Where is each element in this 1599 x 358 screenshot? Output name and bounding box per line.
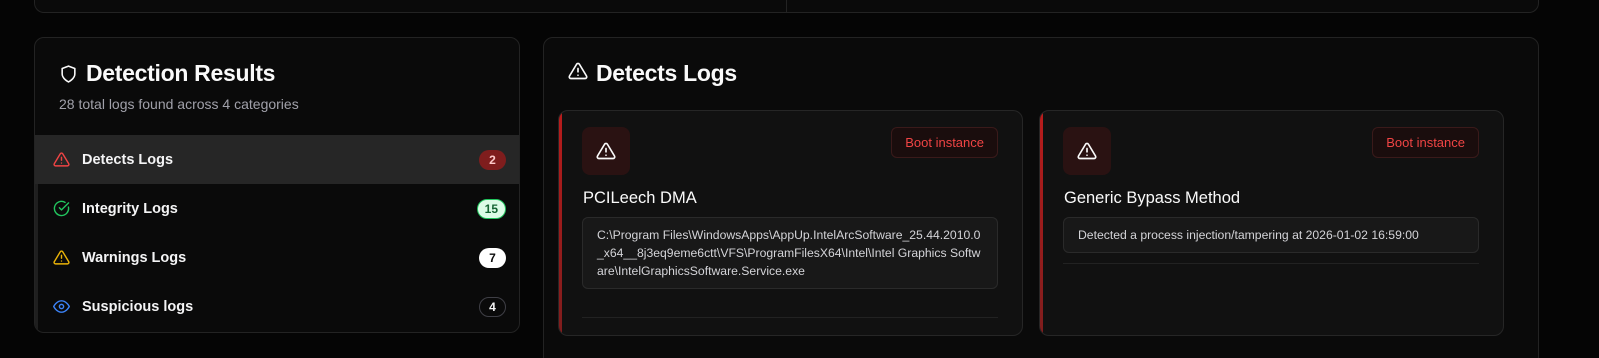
alert-triangle-icon xyxy=(568,61,588,86)
warning-triangle-icon xyxy=(52,249,70,267)
log-entry-card: Boot instance PCILeech DMA C:\Program Fi… xyxy=(558,110,1023,336)
check-circle-icon xyxy=(52,200,70,218)
category-label: Suspicious logs xyxy=(82,298,194,315)
log-entry-card: Boot instance Generic Bypass Method Dete… xyxy=(1039,110,1504,336)
detection-results-subtitle: 28 total logs found across 4 categories xyxy=(59,96,299,112)
log-entry-name: PCILeech DMA xyxy=(583,189,697,207)
shield-icon xyxy=(59,64,78,84)
log-entry-divider xyxy=(582,317,998,318)
category-label: Detects Logs xyxy=(82,151,174,168)
detects-logs-header: Detects Logs xyxy=(568,60,737,87)
top-summary-card xyxy=(34,0,1539,13)
log-accent-bar xyxy=(1040,111,1043,335)
alert-triangle-icon xyxy=(52,151,70,169)
log-accent-bar xyxy=(559,111,562,335)
log-entry-detail: C:\Program Files\WindowsApps\AppUp.Intel… xyxy=(582,217,998,289)
detection-results-header: Detection Results 28 total logs found ac… xyxy=(35,38,519,135)
top-card-divider xyxy=(786,0,787,12)
detects-logs-panel: Detects Logs Boot instance PCILeech DMA … xyxy=(543,37,1539,358)
category-integrity-logs[interactable]: Integrity Logs 15 xyxy=(35,184,519,233)
count-badge: 2 xyxy=(479,149,506,170)
detection-results-title: Detection Results xyxy=(86,60,276,86)
category-detects-logs[interactable]: Detects Logs 2 xyxy=(35,135,519,184)
boot-instance-button[interactable]: Boot instance xyxy=(891,127,998,158)
log-entry-divider xyxy=(1063,263,1479,264)
boot-instance-button[interactable]: Boot instance xyxy=(1372,127,1479,158)
count-badge: 4 xyxy=(479,296,506,317)
log-entry-detail: Detected a process injection/tampering a… xyxy=(1063,217,1479,253)
alert-triangle-icon xyxy=(582,127,630,175)
alert-triangle-icon xyxy=(1063,127,1111,175)
eye-icon xyxy=(52,298,70,316)
count-badge: 7 xyxy=(479,247,506,268)
category-warnings-logs[interactable]: Warnings Logs 7 xyxy=(35,233,519,282)
category-label: Warnings Logs xyxy=(82,249,187,266)
category-suspicious-logs[interactable]: Suspicious logs 4 xyxy=(35,282,519,331)
count-badge: 15 xyxy=(476,198,506,219)
category-label: Integrity Logs xyxy=(82,200,178,217)
detection-results-panel: Detection Results 28 total logs found ac… xyxy=(34,37,520,333)
log-entry-name: Generic Bypass Method xyxy=(1064,189,1241,207)
detects-logs-title: Detects Logs xyxy=(596,60,737,86)
